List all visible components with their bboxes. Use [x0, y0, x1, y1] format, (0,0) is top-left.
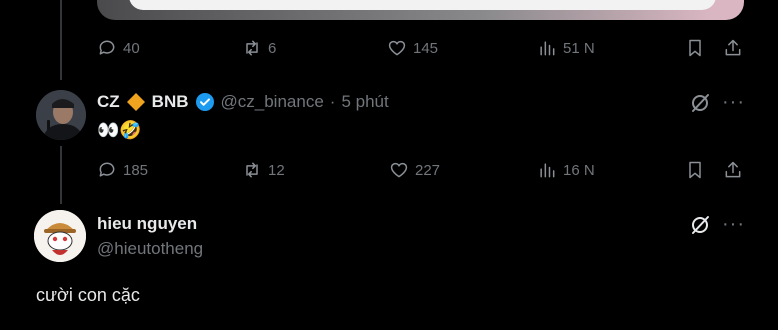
- grok-button[interactable]: [689, 214, 711, 236]
- reply-button[interactable]: 40: [97, 38, 140, 58]
- hieu-avatar[interactable]: [34, 210, 86, 262]
- header-separator: ·: [329, 92, 336, 111]
- like-icon: [390, 162, 408, 178]
- like-count: 227: [415, 161, 441, 179]
- views-icon: [540, 41, 555, 56]
- cz-handle[interactable]: @cz_binance: [221, 92, 324, 112]
- thread-line: [60, 0, 62, 80]
- share-icon: [725, 39, 741, 56]
- grok-icon: [692, 94, 709, 112]
- like-button[interactable]: 145: [387, 38, 438, 58]
- retweet-icon: [246, 162, 258, 178]
- cz-tweet-actions: 185 12 227 16 N: [97, 160, 747, 184]
- share-button[interactable]: [723, 160, 743, 180]
- cz-timestamp[interactable]: 5 phút: [341, 92, 388, 112]
- grok-icon: [692, 216, 709, 234]
- reply-icon: [99, 40, 115, 55]
- like-button[interactable]: 227: [389, 160, 440, 180]
- retweet-button[interactable]: 6: [242, 38, 276, 58]
- bnb-diamond-icon: [126, 93, 145, 111]
- tweet-actions-top: 40 6 145 51 N: [97, 38, 747, 62]
- like-icon: [388, 40, 406, 56]
- retweet-count: 12: [268, 161, 285, 179]
- hieu-tweet-text: cười con cặc: [36, 285, 140, 305]
- thread-line: [60, 146, 62, 204]
- more-icon: ···: [722, 213, 745, 235]
- grok-button[interactable]: [689, 92, 711, 114]
- share-icon: [725, 161, 741, 178]
- like-count: 145: [413, 39, 439, 57]
- retweet-icon: [246, 40, 258, 56]
- cz-tweet-text: 👀🤣: [97, 120, 142, 140]
- bookmark-icon: [689, 161, 701, 179]
- views-button[interactable]: 51 N: [537, 38, 595, 58]
- reply-count: 185: [123, 161, 149, 179]
- bookmark-button[interactable]: [685, 38, 705, 58]
- more-button[interactable]: ···: [722, 214, 745, 234]
- bookmark-button[interactable]: [685, 160, 705, 180]
- reply-count: 40: [123, 39, 140, 57]
- cz-display-name[interactable]: CZ: [97, 92, 120, 112]
- bookmark-icon: [689, 39, 701, 57]
- cz-avatar[interactable]: [36, 90, 86, 140]
- media-preview: [129, 0, 716, 10]
- reply-icon: [99, 162, 115, 177]
- hieu-handle[interactable]: @hieutotheng: [97, 239, 203, 259]
- cz-name-suffix: BNB: [151, 92, 189, 111]
- hieu-display-name[interactable]: hieu nguyen: [97, 214, 197, 234]
- cz-avatar-image: [36, 90, 86, 140]
- views-button[interactable]: 16 N: [537, 160, 595, 180]
- reply-button[interactable]: 185: [97, 160, 148, 180]
- more-button[interactable]: ···: [722, 92, 745, 112]
- more-icon: ···: [722, 91, 745, 113]
- retweet-button[interactable]: 12: [242, 160, 285, 180]
- share-button[interactable]: [723, 38, 743, 58]
- view-count: 51 N: [563, 39, 595, 57]
- verified-badge-icon: [195, 93, 214, 111]
- views-icon: [540, 163, 555, 178]
- view-count: 16 N: [563, 161, 595, 179]
- cz-tweet-header: CZ BNB @cz_binance · 5 phút: [97, 92, 389, 112]
- tweet-media-card[interactable]: [97, 0, 744, 20]
- hieu-avatar-image: [34, 210, 86, 262]
- retweet-count: 6: [268, 39, 277, 57]
